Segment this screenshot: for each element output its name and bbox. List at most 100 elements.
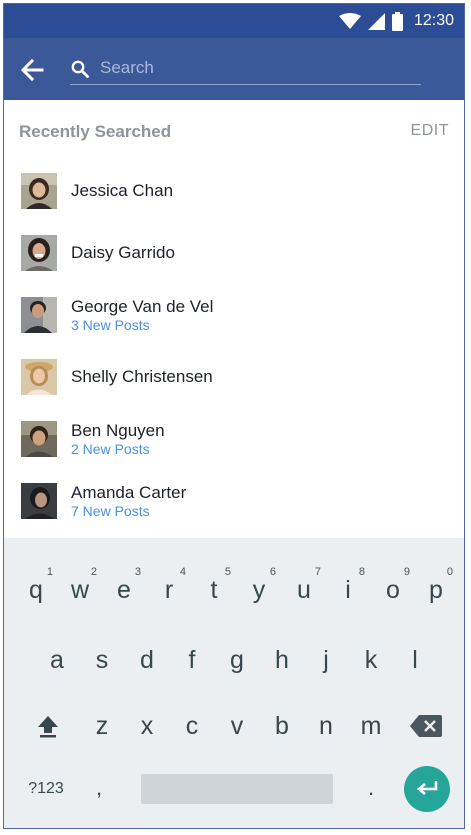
key-a[interactable]: a (35, 630, 79, 690)
status-time: 12:30 (413, 12, 454, 29)
key-label: i (345, 575, 351, 604)
recent-search-list: Jessica Chan Daisy Garrido George Van de… (4, 160, 464, 532)
key-l[interactable]: l (393, 630, 437, 690)
backspace-icon (410, 715, 442, 737)
key-j[interactable]: j (304, 630, 348, 690)
key-hint: 8 (358, 566, 365, 578)
wifi-icon (338, 13, 361, 29)
key-b[interactable]: b (260, 696, 304, 756)
edit-button[interactable]: EDIT (411, 122, 449, 140)
list-item[interactable]: Daisy Garrido (4, 222, 464, 284)
period-key[interactable]: . (356, 770, 386, 806)
key-v[interactable]: v (215, 696, 259, 756)
key-hint: 3 (134, 566, 141, 578)
key-label: x (140, 711, 154, 740)
key-w[interactable]: 2w (58, 560, 102, 620)
comma-key[interactable]: , (84, 770, 114, 806)
key-label: l (412, 645, 418, 674)
key-d[interactable]: d (125, 630, 169, 690)
list-item[interactable]: Shelly Christensen (4, 346, 464, 408)
list-item[interactable]: George Van de Vel 3 New Posts (4, 284, 464, 346)
person-name: Jessica Chan (71, 181, 174, 200)
key-o[interactable]: 9o (371, 560, 415, 620)
avatar (21, 297, 57, 333)
key-label: o (386, 575, 400, 604)
key-hint: 6 (269, 566, 276, 578)
key-h[interactable]: h (260, 630, 304, 690)
key-r[interactable]: 4r (147, 560, 191, 620)
key-label: c (185, 711, 199, 740)
cell-signal-icon (367, 12, 385, 30)
back-button[interactable] (18, 56, 46, 84)
key-i[interactable]: 8i (326, 560, 370, 620)
key-label: v (230, 711, 244, 740)
avatar-image (21, 173, 57, 209)
person-name: Shelly Christensen (71, 367, 213, 386)
list-item[interactable]: Amanda Carter 7 New Posts (4, 470, 464, 532)
key-label: s (95, 645, 109, 674)
key-label: p (429, 575, 443, 604)
avatar-image (21, 421, 57, 457)
key-k[interactable]: k (349, 630, 393, 690)
space-key[interactable] (141, 774, 333, 804)
key-c[interactable]: c (170, 696, 214, 756)
key-t[interactable]: 5t (192, 560, 236, 620)
key-p[interactable]: 0p (414, 560, 458, 620)
person-name: George Van de Vel (71, 296, 214, 316)
list-item-text: Jessica Chan (71, 160, 173, 222)
avatar-image (21, 359, 57, 395)
symbols-key[interactable]: ?123 (16, 774, 76, 804)
shift-key[interactable] (26, 696, 70, 756)
backspace-key[interactable] (402, 696, 450, 756)
status-bar: 12:30 (4, 4, 464, 38)
status-icons: 12:30 (338, 4, 454, 38)
key-hint: 1 (46, 566, 53, 578)
key-label: b (275, 711, 289, 740)
avatar (21, 235, 57, 271)
enter-icon (416, 781, 438, 795)
search-icon (71, 60, 89, 78)
battery-icon (391, 11, 403, 31)
key-m[interactable]: m (349, 696, 393, 756)
new-posts-count: 3 New Posts (71, 316, 150, 333)
keyboard-row-1: 1q 2w 3e 4r 5t 6y 7u 8i 9o 0p (4, 560, 464, 620)
key-label: f (188, 645, 196, 674)
key-hint: 0 (446, 566, 453, 578)
key-f[interactable]: f (170, 630, 214, 690)
person-name: Daisy Garrido (71, 243, 175, 262)
avatar (21, 483, 57, 519)
person-name: Amanda Carter (71, 482, 187, 502)
key-label: g (230, 645, 244, 674)
app-bar (4, 38, 464, 100)
key-label: h (275, 645, 289, 674)
key-y[interactable]: 6y (237, 560, 281, 620)
new-posts-count: 2 New Posts (71, 440, 150, 457)
search-bar[interactable] (70, 54, 421, 85)
key-e[interactable]: 3e (102, 560, 146, 620)
key-label: u (297, 575, 311, 604)
avatar (21, 359, 57, 395)
enter-key[interactable] (404, 766, 450, 812)
key-g[interactable]: g (215, 630, 259, 690)
key-q[interactable]: 1q (14, 560, 58, 620)
avatar-image (21, 297, 57, 333)
key-x[interactable]: x (125, 696, 169, 756)
key-n[interactable]: n (304, 696, 348, 756)
key-hint: 9 (403, 566, 410, 578)
phone-screen: 12:30 Recently Searched EDIT (3, 3, 465, 829)
soft-keyboard: 1q 2w 3e 4r 5t 6y 7u 8i 9o 0p a s d f g … (4, 538, 464, 828)
key-label: a (50, 645, 64, 674)
key-u[interactable]: 7u (282, 560, 326, 620)
list-item[interactable]: Jessica Chan (4, 160, 464, 222)
key-label: m (360, 711, 382, 740)
key-label: y (252, 575, 266, 604)
key-label: d (140, 645, 154, 674)
section-title: Recently Searched (19, 122, 172, 141)
key-hint: 5 (224, 566, 231, 578)
key-label: k (364, 645, 378, 674)
search-input[interactable] (100, 56, 410, 80)
key-s[interactable]: s (80, 630, 124, 690)
key-z[interactable]: z (80, 696, 124, 756)
list-item[interactable]: Ben Nguyen 2 New Posts (4, 408, 464, 470)
key-label: q (29, 575, 43, 604)
